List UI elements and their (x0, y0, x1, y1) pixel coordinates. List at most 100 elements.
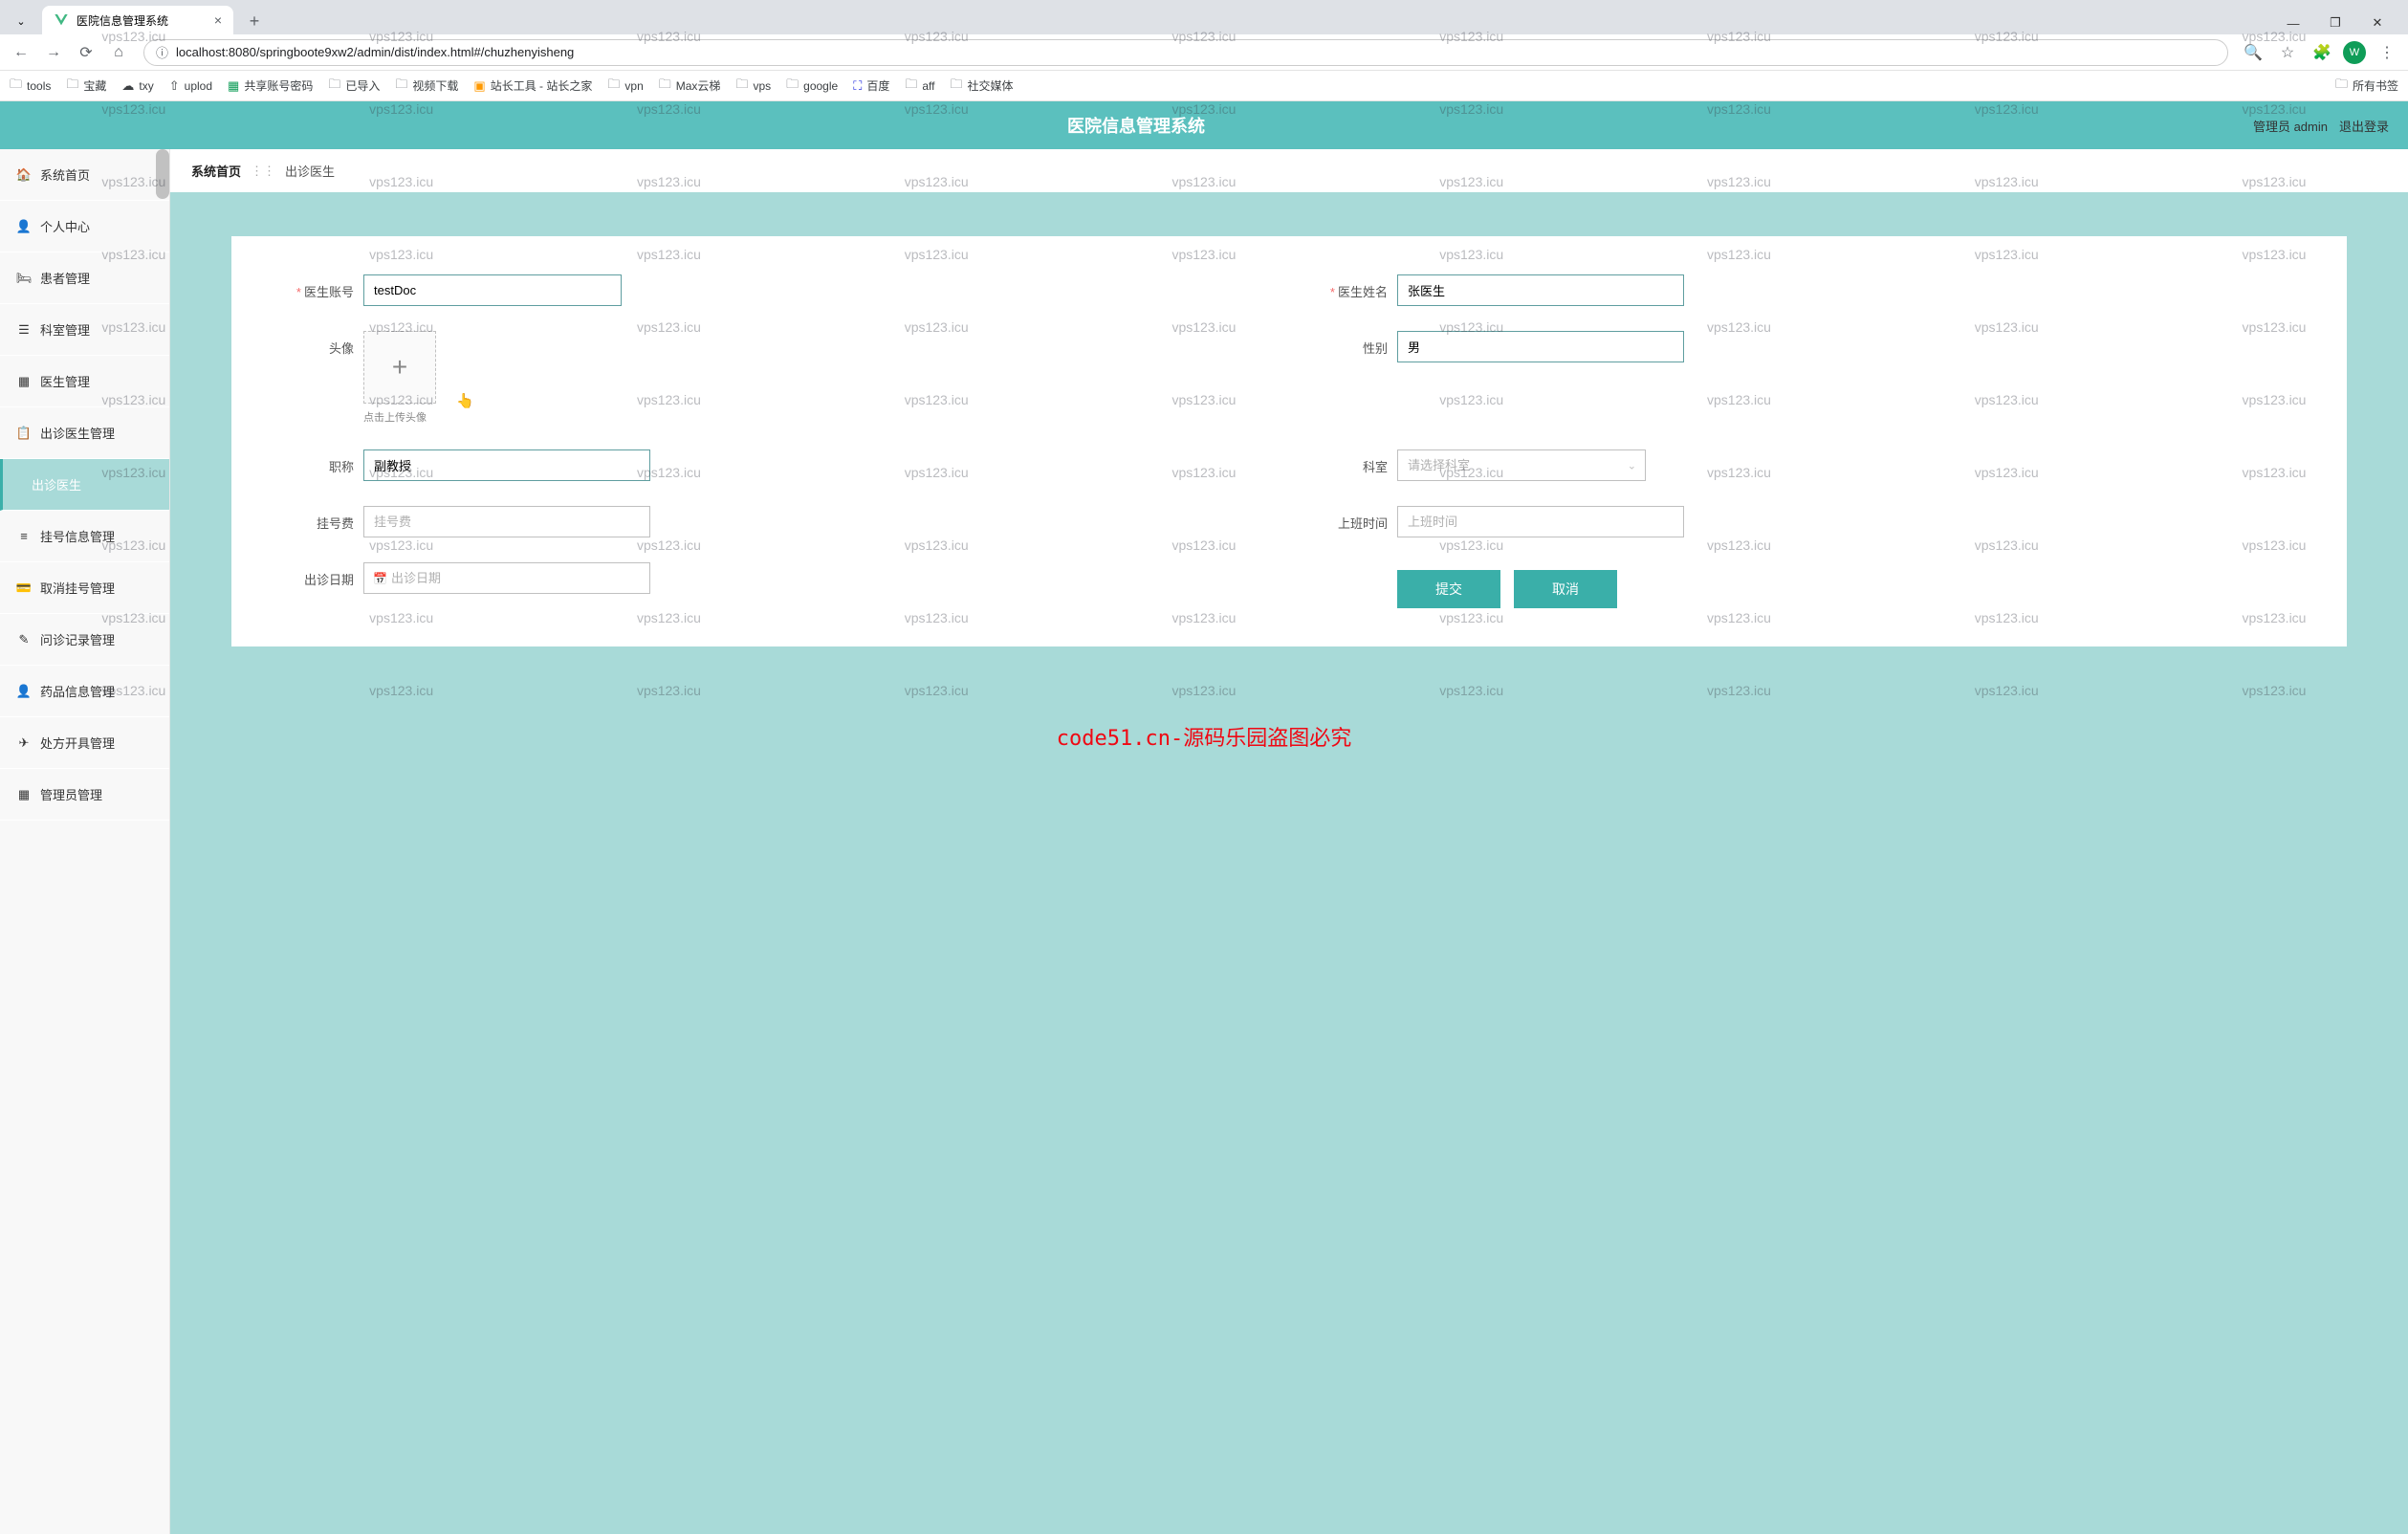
bookmark-item[interactable]: 🗀vps (735, 76, 771, 97)
input-doctor-account[interactable] (363, 274, 622, 306)
baidu-icon: ⛶ (853, 78, 862, 94)
sidebar-item-visiting-doctor-active[interactable]: 出诊医生 (0, 459, 169, 511)
home-button[interactable]: ⌂ (105, 39, 132, 66)
bookmark-item[interactable]: 🗀宝藏 (66, 76, 106, 97)
folder-icon: 🗀 (950, 76, 962, 97)
sheet-icon: ▦ (228, 78, 239, 94)
send-icon: ✈ (17, 735, 31, 751)
grid-icon: ▦ (17, 787, 31, 802)
maximize-button[interactable]: ❐ (2324, 11, 2347, 34)
cloud-icon: ☁ (121, 78, 134, 94)
tab-search-button[interactable]: ⌄ (8, 8, 34, 34)
clipboard-icon: 📋 (17, 426, 31, 441)
vue-icon (54, 12, 69, 28)
input-doctor-name[interactable] (1397, 274, 1684, 306)
input-gender[interactable] (1397, 331, 1684, 362)
label-doctor-account: 医生账号 (279, 274, 354, 300)
cancel-button[interactable]: 取消 (1514, 570, 1617, 608)
bookmark-item[interactable]: 🗀视频下载 (395, 76, 458, 97)
label-visit-date: 出诊日期 (279, 562, 354, 588)
edit-icon: ✎ (17, 632, 31, 647)
folder-icon: 🗀 (328, 76, 340, 97)
bookmark-item[interactable]: 🗀vpn (607, 76, 643, 97)
main-content: 系统首页 ⋮⋮ 出诊医生 医生账号 医生姓名 (170, 149, 2408, 1534)
sidebar-item-home[interactable]: 🏠系统首页 (0, 149, 169, 201)
bookmark-item[interactable]: 🗀Max云梯 (659, 76, 721, 97)
close-window-button[interactable]: ✕ (2366, 11, 2389, 34)
bed-icon: 🛏 (17, 271, 31, 286)
sidebar-item-cancel-registration[interactable]: 💳取消挂号管理 (0, 562, 169, 614)
user-label[interactable]: 管理员 admin (2253, 117, 2328, 135)
sidebar-item-departments[interactable]: ☰科室管理 (0, 304, 169, 356)
app-title: 医院信息管理系统 (19, 113, 2253, 138)
bookmark-item[interactable]: 🗀tools (10, 76, 51, 97)
sidebar-item-consultation[interactable]: ✎问诊记录管理 (0, 614, 169, 666)
close-icon[interactable]: × (214, 12, 222, 28)
folder-icon: 🗀 (395, 76, 407, 97)
url-bar[interactable]: ⓘ localhost:8080/springboote9xw2/admin/d… (143, 39, 2228, 66)
label-gender: 性别 (1313, 331, 1388, 357)
bookmark-item[interactable]: 🗀社交媒体 (950, 76, 1013, 97)
breadcrumb-home[interactable]: 系统首页 (191, 162, 241, 180)
bookmark-item[interactable]: ⛶百度 (853, 77, 889, 94)
select-department[interactable] (1397, 449, 1646, 481)
sidebar-item-medicine[interactable]: 👤药品信息管理 (0, 666, 169, 717)
bookmark-item[interactable]: ☁txy (121, 78, 153, 94)
bookmark-item[interactable]: 🗀已导入 (328, 76, 380, 97)
extensions-icon[interactable]: 🧩 (2309, 39, 2335, 66)
bookmark-star-icon[interactable]: ☆ (2274, 39, 2301, 66)
reload-button[interactable]: ⟳ (73, 39, 99, 66)
label-doctor-name: 医生姓名 (1313, 274, 1388, 300)
nav-bar: ← → ⟳ ⌂ ⓘ localhost:8080/springboote9xw2… (0, 34, 2408, 71)
back-button[interactable]: ← (8, 39, 34, 66)
label-avatar: 头像 (279, 331, 354, 357)
folder-icon: 🗀 (607, 76, 620, 97)
bookmark-item[interactable]: 🗀google (786, 76, 838, 97)
label-worktime: 上班时间 (1313, 506, 1388, 532)
input-title[interactable] (363, 449, 650, 481)
breadcrumb-current: 出诊医生 (285, 162, 335, 180)
sidebar-item-prescription[interactable]: ✈处方开具管理 (0, 717, 169, 769)
submit-button[interactable]: 提交 (1397, 570, 1500, 608)
forward-button[interactable]: → (40, 39, 67, 66)
bookmark-item[interactable]: ⇧uplod (169, 78, 212, 94)
folder-icon: 🗀 (66, 76, 78, 97)
bookmark-item[interactable]: ▦共享账号密码 (228, 77, 313, 94)
bookmark-item[interactable]: 🗀aff (905, 76, 934, 97)
browser-chrome: ⌄ 医院信息管理系统 × + — ❐ ✕ ← → ⟳ ⌂ ⓘ localhost… (0, 0, 2408, 101)
bookmark-item[interactable]: ▣站长工具 - 站长之家 (473, 77, 592, 94)
input-visit-date[interactable] (363, 562, 650, 594)
upload-avatar-box[interactable]: + (363, 331, 436, 404)
home-icon: 🏠 (17, 167, 31, 183)
label-department: 科室 (1313, 449, 1388, 475)
app-user-area: 管理员 admin 退出登录 (2253, 117, 2389, 135)
bookmark-bar: 🗀tools 🗀宝藏 ☁txy ⇧uplod ▦共享账号密码 🗀已导入 🗀视频下… (0, 71, 2408, 101)
new-tab-button[interactable]: + (241, 8, 268, 34)
minimize-button[interactable]: — (2282, 11, 2305, 34)
list-icon: ☰ (17, 322, 31, 338)
input-worktime[interactable] (1397, 506, 1684, 537)
sidebar-item-doctors[interactable]: ▦医生管理 (0, 356, 169, 407)
sidebar-item-admin[interactable]: ▦管理员管理 (0, 769, 169, 821)
sidebar-item-patients[interactable]: 🛏患者管理 (0, 252, 169, 304)
folder-icon: 🗀 (735, 76, 748, 97)
folder-icon: 🗀 (786, 76, 799, 97)
logout-link[interactable]: 退出登录 (2339, 117, 2389, 135)
browser-tab[interactable]: 医院信息管理系统 × (42, 6, 233, 34)
label-fee: 挂号费 (279, 506, 354, 532)
zoom-icon[interactable]: 🔍 (2240, 39, 2266, 66)
sidebar-item-registration[interactable]: ≡挂号信息管理 (0, 511, 169, 562)
sidebar-item-visiting-doctors[interactable]: 📋出诊医生管理 (0, 407, 169, 459)
calendar-icon: 📅 (373, 572, 387, 585)
sidebar-item-profile[interactable]: 👤个人中心 (0, 201, 169, 252)
input-fee[interactable] (363, 506, 650, 537)
all-bookmarks[interactable]: 🗀所有书签 (2335, 76, 2398, 97)
card-icon: 💳 (17, 581, 31, 596)
profile-avatar[interactable]: W (2343, 41, 2366, 64)
tab-title: 医院信息管理系统 (77, 12, 168, 29)
sidebar: 🏠系统首页 👤个人中心 🛏患者管理 ☰科室管理 ▦医生管理 📋出诊医生管理 出诊… (0, 149, 170, 1534)
folder-icon: 🗀 (659, 76, 671, 97)
info-icon: ⓘ (156, 43, 168, 61)
breadcrumb-separator: ⋮⋮ (251, 164, 275, 179)
menu-icon[interactable]: ⋮ (2374, 39, 2400, 66)
